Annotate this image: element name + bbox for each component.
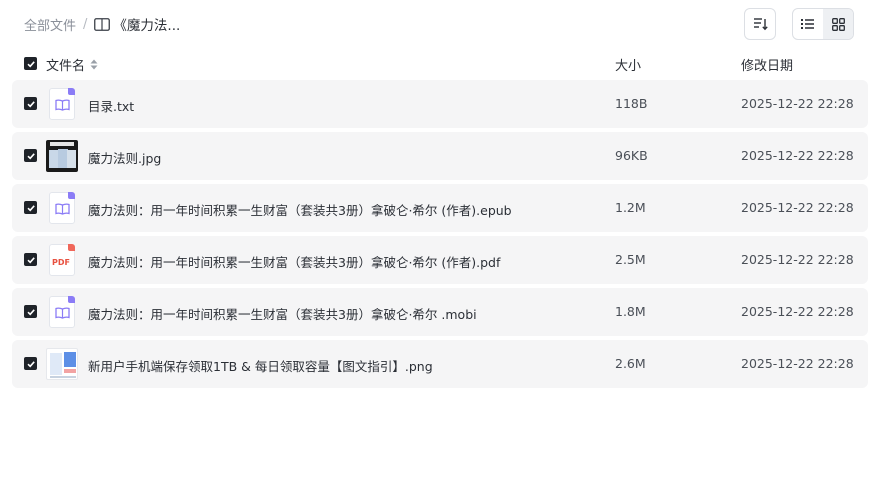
file-date: 2025-12-22 22:28 — [741, 356, 854, 371]
top-bar: 全部文件 / 《魔力法... — [0, 0, 878, 48]
name-column-header[interactable]: 文件名 — [46, 55, 98, 74]
file-row[interactable]: PDF 魔力法则：用一年时间积累一生财富（套装共3册）拿破仑·希尔 (作者).p… — [12, 236, 868, 284]
select-all-checkbox[interactable] — [24, 57, 37, 70]
file-size: 1.8M — [615, 304, 646, 319]
breadcrumb-current: 《魔力法... — [113, 18, 181, 34]
breadcrumb-separator: / — [83, 16, 88, 32]
checkmark-icon — [26, 256, 35, 263]
file-size: 2.6M — [615, 356, 646, 371]
grid-view-button[interactable] — [823, 9, 853, 39]
sort-lines-icon — [754, 18, 768, 31]
file-list-header: 文件名 大小 修改日期 — [12, 52, 868, 76]
row-checkbox[interactable] — [24, 305, 37, 318]
breadcrumb: 全部文件 / 《魔力法... — [24, 14, 181, 35]
checkmark-icon — [26, 152, 35, 159]
checkmark-icon — [26, 308, 35, 315]
row-checkbox[interactable] — [24, 201, 37, 214]
pdf-badge: PDF — [52, 258, 70, 267]
file-size: 118B — [615, 96, 648, 111]
file-name[interactable]: 目录.txt — [88, 96, 134, 115]
breadcrumb-root-link[interactable]: 全部文件 — [24, 15, 76, 34]
checkmark-icon — [26, 360, 35, 367]
file-name[interactable]: 魔力法则：用一年时间积累一生财富（套装共3册）拿破仑·希尔 (作者).epub — [88, 200, 512, 219]
view-toggle — [792, 8, 854, 40]
file-date: 2025-12-22 22:28 — [741, 200, 854, 215]
sort-arrows-icon — [90, 59, 98, 70]
ebook-file-icon — [46, 192, 78, 224]
file-date: 2025-12-22 22:28 — [741, 252, 854, 267]
name-column-label: 文件名 — [46, 59, 86, 74]
book-icon — [94, 17, 111, 31]
file-row[interactable]: 目录.txt 118B 2025-12-22 22:28 — [12, 80, 868, 128]
list-view-button[interactable] — [793, 9, 823, 39]
checkmark-icon — [26, 204, 35, 211]
row-checkbox[interactable] — [24, 357, 37, 370]
pdf-file-icon: PDF — [46, 244, 78, 276]
checkmark-icon — [26, 60, 35, 67]
ebook-file-icon — [46, 296, 78, 328]
date-column-header[interactable]: 修改日期 — [741, 55, 793, 74]
row-checkbox[interactable] — [24, 97, 37, 110]
file-name[interactable]: 魔力法则：用一年时间积累一生财富（套装共3册）拿破仑·希尔 (作者).pdf — [88, 252, 500, 271]
image-thumbnail — [46, 348, 78, 380]
file-name[interactable]: 魔力法则.jpg — [88, 148, 161, 167]
list-view-icon — [801, 19, 814, 29]
file-date: 2025-12-22 22:28 — [741, 148, 854, 163]
file-row[interactable]: 新用户手机端保存领取1TB & 每日领取容量【图文指引】.png 2.6M 20… — [12, 340, 868, 388]
file-date: 2025-12-22 22:28 — [741, 304, 854, 319]
file-date: 2025-12-22 22:28 — [741, 96, 854, 111]
row-checkbox[interactable] — [24, 253, 37, 266]
file-row[interactable]: 魔力法则：用一年时间积累一生财富（套装共3册）拿破仑·希尔 .mobi 1.8M… — [12, 288, 868, 336]
image-thumbnail — [46, 140, 78, 172]
ebook-file-icon — [46, 88, 78, 120]
grid-view-icon — [831, 17, 845, 31]
file-size: 1.2M — [615, 200, 646, 215]
file-row[interactable]: 魔力法则：用一年时间积累一生财富（套装共3册）拿破仑·希尔 (作者).epub … — [12, 184, 868, 232]
size-column-header[interactable]: 大小 — [615, 55, 641, 74]
sort-button[interactable] — [744, 8, 776, 40]
file-size: 96KB — [615, 148, 648, 163]
file-size: 2.5M — [615, 252, 646, 267]
file-name[interactable]: 魔力法则：用一年时间积累一生财富（套装共3册）拿破仑·希尔 .mobi — [88, 304, 477, 323]
file-name[interactable]: 新用户手机端保存领取1TB & 每日领取容量【图文指引】.png — [88, 356, 433, 375]
file-row[interactable]: 魔力法则.jpg 96KB 2025-12-22 22:28 — [12, 132, 868, 180]
row-checkbox[interactable] — [24, 149, 37, 162]
file-list: 目录.txt 118B 2025-12-22 22:28 魔力法则.jpg 96… — [12, 80, 868, 392]
checkmark-icon — [26, 100, 35, 107]
